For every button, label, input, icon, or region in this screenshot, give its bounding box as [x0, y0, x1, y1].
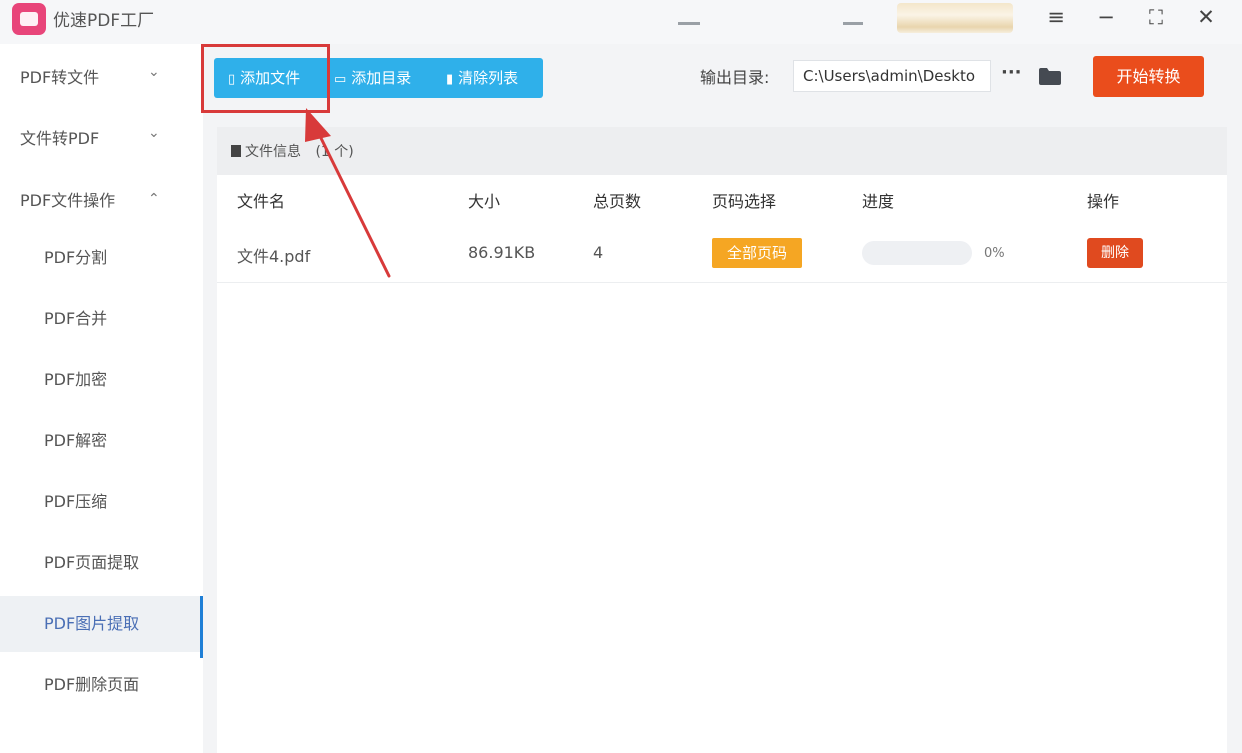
column-header-size: 大小: [468, 192, 501, 211]
output-dir-input[interactable]: C:\Users\admin\Deskto: [793, 60, 991, 92]
title-decoration: [678, 22, 700, 25]
file-count: (1 个): [315, 144, 354, 160]
file-list-header: 文件信息 (1 个): [217, 127, 1227, 175]
file-list-panel: 文件信息 (1 个) 文件名 大小 总页数 页码选择 进度 操作 文件4.pdf…: [217, 127, 1227, 753]
sidebar-item-pdf-page-extract[interactable]: PDF页面提取: [0, 535, 203, 591]
highlight-box: [201, 44, 330, 113]
maximize-icon[interactable]: ⛶: [1143, 4, 1169, 30]
title-decoration: [897, 3, 1013, 33]
column-header-filename: 文件名: [237, 192, 286, 211]
file-name: 文件4.pdf: [237, 247, 311, 266]
sidebar-item-pdf-decrypt[interactable]: PDF解密: [0, 413, 203, 469]
sidebar-item-pdf-image-extract[interactable]: PDF图片提取: [0, 596, 203, 658]
sidebar-category-pdf-operations[interactable]: PDF文件操作 ⌃: [20, 187, 180, 217]
table-row: 文件4.pdf 86.91KB 4 全部页码 0% 删除: [217, 227, 1227, 283]
sidebar-item-pdf-encrypt[interactable]: PDF加密: [0, 352, 203, 408]
trash-icon: ▮: [446, 72, 454, 87]
page-select-button[interactable]: 全部页码: [712, 238, 802, 268]
sidebar-item-pdf-merge[interactable]: PDF合并: [0, 291, 203, 347]
progress-bar: [862, 241, 972, 265]
column-header-page-select: 页码选择: [712, 192, 777, 211]
menu-icon[interactable]: ≡: [1043, 4, 1069, 30]
clear-list-button[interactable]: ▮ 清除列表: [446, 58, 518, 98]
sidebar-category-label: 文件转PDF: [20, 129, 100, 148]
column-header-progress: 进度: [862, 192, 895, 211]
sidebar: PDF转文件 ⌄ 文件转PDF ⌄ PDF文件操作 ⌃ PDF分割 PDF合并 …: [0, 44, 203, 753]
title-bar: 优速PDF工厂 ≡ − ⛶ ✕: [0, 0, 1242, 44]
sidebar-item-pdf-compress[interactable]: PDF压缩: [0, 474, 203, 530]
file-info: 文件信息 (1 个): [231, 141, 354, 161]
sidebar-item-pdf-delete-pages[interactable]: PDF删除页面: [0, 657, 203, 713]
chevron-down-icon: ⌄: [148, 125, 160, 141]
more-options-button[interactable]: ···: [1001, 62, 1022, 83]
progress-text: 0%: [984, 246, 1005, 261]
document-icon: [231, 145, 241, 157]
start-convert-button[interactable]: 开始转换: [1093, 56, 1204, 97]
output-dir-label: 输出目录:: [700, 68, 770, 87]
file-size: 86.91KB: [468, 243, 536, 262]
sidebar-category-label: PDF转文件: [20, 68, 100, 87]
sidebar-category-file-to-pdf[interactable]: 文件转PDF ⌄: [20, 125, 180, 155]
title-decoration: [843, 22, 863, 25]
file-pages: 4: [593, 243, 604, 262]
add-folder-label: 添加目录: [351, 69, 412, 87]
folder-icon[interactable]: [1038, 67, 1062, 86]
sidebar-category-pdf-to-file[interactable]: PDF转文件 ⌄: [20, 64, 180, 94]
clear-list-label: 清除列表: [458, 69, 519, 87]
add-folder-button[interactable]: ▭ 添加目录: [334, 58, 411, 98]
chevron-down-icon: ⌄: [148, 64, 160, 80]
close-icon[interactable]: ✕: [1193, 4, 1219, 30]
column-header-pages: 总页数: [593, 192, 642, 211]
folder-outline-icon: ▭: [334, 72, 347, 87]
chevron-up-icon: ⌃: [148, 191, 160, 207]
sidebar-category-label: PDF文件操作: [20, 191, 116, 210]
file-info-label: 文件信息: [245, 144, 301, 160]
app-logo: [12, 3, 46, 35]
column-header-actions: 操作: [1087, 192, 1120, 211]
app-title: 优速PDF工厂: [53, 11, 155, 31]
delete-button[interactable]: 删除: [1087, 238, 1143, 268]
sidebar-item-pdf-split[interactable]: PDF分割: [0, 230, 203, 286]
minimize-icon[interactable]: −: [1093, 4, 1119, 30]
